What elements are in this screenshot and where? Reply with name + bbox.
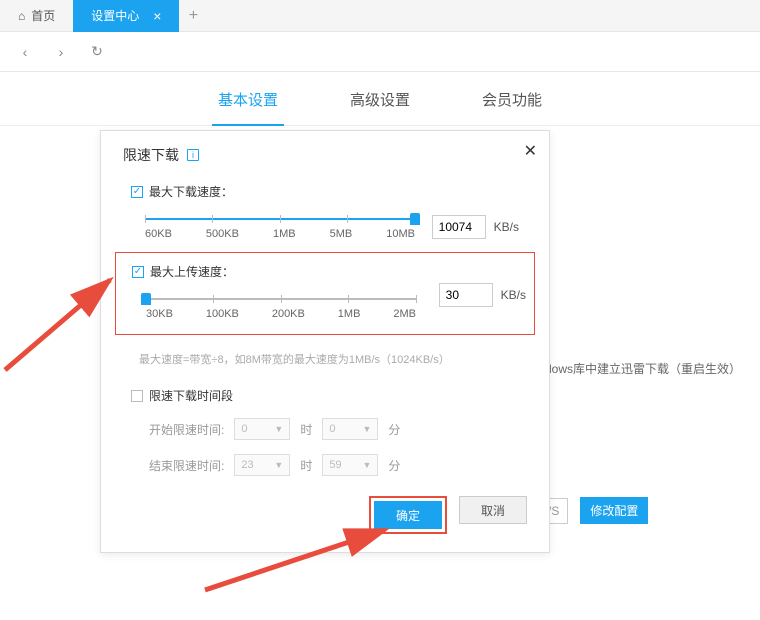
dialog-title: 限速下载	[123, 145, 179, 165]
time-label: 限速下载时间段	[149, 387, 233, 404]
chevron-down-icon: ▼	[362, 424, 371, 434]
upload-slider-thumb[interactable]	[141, 293, 151, 305]
upload-label: 最大上传速度：	[150, 263, 234, 280]
bg-text: dows库中建立迅雷下载（重启生效）	[545, 360, 741, 377]
tab-vip[interactable]: 会员功能	[476, 76, 548, 126]
cancel-button[interactable]: 取消	[459, 496, 527, 524]
chevron-down-icon: ▼	[362, 460, 371, 470]
home-icon: ⌂	[18, 9, 25, 23]
info-icon[interactable]: i	[187, 149, 199, 161]
upload-value-input[interactable]	[439, 283, 493, 307]
close-icon[interactable]: ×	[153, 8, 161, 24]
download-checkbox[interactable]: ✓	[131, 186, 143, 198]
dialog-buttons: 确定 取消	[123, 496, 527, 534]
modify-config-button[interactable]: 修改配置	[580, 497, 648, 524]
chevron-down-icon: ▼	[274, 424, 283, 434]
download-tick-labels: 60KB 500KB 1MB 5MB 10MB	[145, 228, 415, 240]
end-hour-select[interactable]: 23▼	[234, 454, 290, 476]
upload-tick-labels: 30KB 100KB 200KB 1MB 2MB	[146, 308, 416, 320]
download-value-input[interactable]	[432, 215, 486, 239]
time-limit-section: ✓ 限速下载时间段 开始限速时间: 0▼ 时 0▼ 分 结束限速时间: 23▼ …	[123, 387, 527, 476]
download-speed-section: ✓ 最大下载速度： KB/s 60KB 500KB 1MB 5MB 10MB	[123, 183, 527, 240]
tab-settings[interactable]: 设置中心 ×	[73, 0, 179, 32]
dialog-close-icon[interactable]: ✕	[524, 141, 537, 161]
add-tab-button[interactable]: +	[179, 7, 207, 25]
start-label: 开始限速时间:	[149, 421, 224, 438]
dialog-title-row: 限速下载 i	[123, 145, 527, 165]
chevron-down-icon: ▼	[274, 460, 283, 470]
speed-limit-dialog: 限速下载 i ✕ ✓ 最大下载速度： KB/s 60KB 500KB	[100, 130, 550, 553]
ok-button-highlight: 确定	[369, 496, 447, 534]
tab-home[interactable]: ⌂ 首页	[0, 0, 73, 32]
time-checkbox-row[interactable]: ✓ 限速下载时间段	[131, 387, 527, 404]
back-icon[interactable]: ‹	[16, 44, 34, 60]
bg-config-row: B/S 修改配置	[540, 497, 648, 524]
download-label: 最大下载速度：	[149, 183, 233, 200]
upload-speed-section: ✓ 最大上传速度： KB/s 30KB 100KB 200KB 1MB 2MB	[115, 252, 535, 335]
download-unit: KB/s	[494, 220, 519, 234]
forward-icon[interactable]: ›	[52, 44, 70, 60]
tab-advanced[interactable]: 高级设置	[344, 76, 416, 126]
start-time-row: 开始限速时间: 0▼ 时 0▼ 分	[131, 418, 527, 440]
end-label: 结束限速时间:	[149, 457, 224, 474]
download-slider-thumb[interactable]	[410, 213, 420, 225]
upload-checkbox[interactable]: ✓	[132, 266, 144, 278]
speed-hint: 最大速度=带宽÷8，如8M带宽的最大速度为1MB/s（1024KB/s）	[139, 351, 527, 367]
download-checkbox-row[interactable]: ✓ 最大下载速度：	[131, 183, 519, 200]
upload-unit: KB/s	[501, 288, 526, 302]
start-min-select[interactable]: 0▼	[322, 418, 378, 440]
nav-bar: ‹ › ↻	[0, 32, 760, 72]
refresh-icon[interactable]: ↻	[88, 43, 106, 60]
upload-checkbox-row[interactable]: ✓ 最大上传速度：	[132, 263, 518, 280]
start-hour-select[interactable]: 0▼	[234, 418, 290, 440]
time-checkbox[interactable]: ✓	[131, 390, 143, 402]
ok-button[interactable]: 确定	[374, 501, 442, 529]
settings-tabs: 基本设置 高级设置 会员功能	[0, 76, 760, 126]
tab-basic[interactable]: 基本设置	[212, 76, 284, 126]
tab-home-label: 首页	[31, 7, 55, 24]
tab-settings-label: 设置中心	[91, 7, 139, 24]
browser-tab-bar: ⌂ 首页 设置中心 × +	[0, 0, 760, 32]
end-time-row: 结束限速时间: 23▼ 时 59▼ 分	[131, 454, 527, 476]
end-min-select[interactable]: 59▼	[322, 454, 378, 476]
